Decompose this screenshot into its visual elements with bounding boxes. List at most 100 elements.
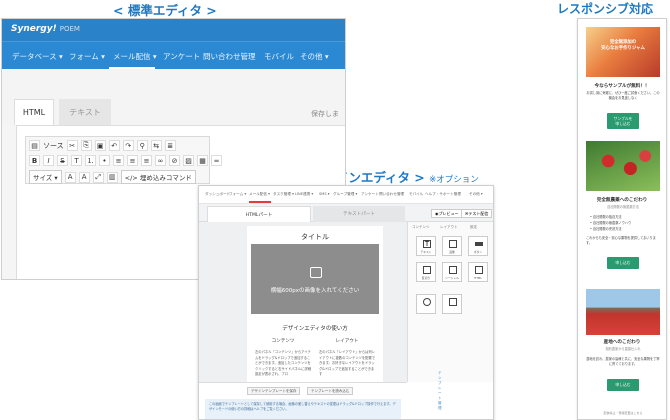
block-misc-1[interactable] [416, 294, 436, 314]
block-social[interactable]: ソーシャル [442, 262, 462, 282]
organic-text: これからも安全・安心な果物を提供してまいります。 [586, 236, 656, 245]
dnav-item[interactable]: タスク管理 ▾ [273, 192, 294, 197]
organic-request-button[interactable]: 申し込む [607, 257, 639, 269]
email-title[interactable]: タイトル [247, 232, 383, 242]
tab-text-part[interactable]: テキストパート [313, 206, 405, 222]
find-icon[interactable]: ⚲ [136, 140, 148, 151]
nav-mobile[interactable]: モバイル [264, 51, 294, 62]
bg-color-icon[interactable]: A [78, 171, 90, 183]
dnav-item[interactable]: ヘルプ・サポート管理 [425, 192, 461, 197]
paste-icon[interactable]: ▣ [94, 140, 106, 151]
html-block-icon [449, 298, 457, 306]
nav-inquiry[interactable]: 問い合わせ管理 [203, 51, 256, 62]
align-right-icon[interactable]: ≡ [141, 155, 152, 166]
replace-icon[interactable]: ⇆ [150, 140, 162, 151]
design-tabs: HTMLパート テキストパート ◉ プレビュー ✉ テスト配信 [199, 204, 493, 222]
cut-icon[interactable]: ✂ [66, 140, 78, 151]
block-html[interactable]: HTML [468, 262, 488, 282]
source-button[interactable]: ソース [43, 141, 64, 151]
organic-list-item: • 自社開発の独自方法 [590, 215, 622, 219]
col1-heading[interactable]: コンテンツ [253, 338, 313, 344]
italic-icon[interactable]: I [43, 155, 54, 166]
dnav-item[interactable]: グループ管理 ▾ [333, 192, 357, 197]
nav-database[interactable]: データベース ▾ [12, 51, 63, 62]
block-text[interactable]: T テキスト [416, 236, 436, 256]
strawberry-image [586, 141, 660, 191]
hr-icon[interactable]: ═ [211, 155, 222, 166]
copy-icon[interactable]: ⎘ [80, 140, 92, 151]
bold-icon[interactable]: B [29, 155, 40, 166]
html-icon [475, 266, 483, 274]
maximize-icon[interactable]: ⤢ [92, 171, 104, 183]
bullet-list-icon[interactable]: • [99, 155, 110, 166]
block-button[interactable]: ボタン [468, 236, 488, 256]
strike-icon[interactable]: S [57, 155, 68, 166]
sample-text: お試し用に気軽に、ぜひ一度ご試食ください。この機会をお見逃しなく [586, 91, 660, 100]
dnav-item[interactable]: メール配信 ▾ [249, 192, 270, 197]
image-placeholder-text: 横幅600pxの画像を入れてください [270, 288, 360, 294]
tab-text[interactable]: テキスト [59, 99, 111, 125]
ordered-list-icon[interactable]: ⒈ [85, 155, 96, 166]
dnav-item[interactable]: アンケート [361, 192, 379, 197]
clear-format-icon[interactable]: T [71, 155, 82, 166]
social-icon [449, 266, 457, 274]
content-side-panel: コンテンツ レイアウト 設定 T テキスト 画像 ボタン 区切り ソーシャル HT… [407, 222, 493, 382]
responsive-preview: 完全無添加の 安心なお手作りジャム 今ならサンプルが無料！！ お試し用に気軽に、… [577, 18, 667, 420]
text-color-icon[interactable]: A [64, 171, 76, 183]
dnav-item[interactable]: その他 ▾ [469, 192, 483, 197]
dnav-item[interactable]: 問い合わせ管理 [379, 192, 404, 197]
col1-text[interactable]: 左のパネル「コンテンツ」からアイテムをドラッグ&ドロップで追加することができます… [255, 350, 313, 378]
banner-text: 完全無添加の 安心なお手作りジャム [601, 40, 645, 51]
block-misc-2[interactable] [442, 294, 462, 314]
source-icon[interactable]: ▤ [29, 140, 40, 151]
save-template-button[interactable]: デザインテンプレートを保存 [247, 387, 301, 395]
dnav-item[interactable]: SMS ▾ [319, 192, 330, 196]
nav-mail[interactable]: メール配信 ▾ [113, 51, 157, 62]
undo-icon[interactable]: ↶ [108, 140, 120, 151]
nav-other[interactable]: その他 ▾ [300, 51, 329, 62]
size-select[interactable]: サイズ ▾ [29, 170, 62, 184]
col2-text[interactable]: 左のパネル「レイアウト」からは列レイアウトに複数のコンテンツを配置できます。お好… [319, 350, 377, 378]
editor-tabs: HTML テキスト 保存しま [2, 69, 345, 125]
col2-heading[interactable]: レイアウト [317, 338, 377, 344]
link-icon[interactable]: ∞ [155, 155, 166, 166]
save-label[interactable]: 保存しま [311, 109, 339, 119]
image-icon[interactable]: ▨ [183, 155, 194, 166]
align-left-icon[interactable]: ≡ [113, 155, 124, 166]
unlink-icon[interactable]: ⊘ [169, 155, 180, 166]
image-icon [310, 267, 322, 278]
origin-heading: 産地へのこだわり [603, 340, 641, 345]
preview-button[interactable]: ◉ プレビュー [431, 209, 463, 218]
nav-form[interactable]: フォーム ▾ [69, 51, 105, 62]
tab-html-part[interactable]: HTMLパート [207, 206, 311, 222]
align-center-icon[interactable]: ≡ [127, 155, 138, 166]
dnav-item[interactable]: LINE連携 ▾ [295, 192, 313, 197]
side-tab-layout[interactable]: レイアウト [440, 225, 458, 230]
image-placeholder[interactable]: 横幅600pxの画像を入れてください [251, 244, 379, 314]
tab-html[interactable]: HTML [14, 99, 54, 125]
side-tab-settings[interactable]: 設定 [470, 225, 477, 230]
embed-command-button[interactable]: </> 埋め込みコマンド [120, 170, 196, 184]
block-divider[interactable]: 区切り [416, 262, 436, 282]
table-icon[interactable]: ▦ [197, 155, 208, 166]
nav-survey[interactable]: アンケート [163, 51, 200, 62]
test-send-button[interactable]: ✉ テスト配信 [461, 209, 493, 218]
image-icon [449, 240, 457, 248]
format-icon[interactable]: ≣ [164, 140, 176, 151]
footer-unsubscribe[interactable]: 配信停止・登録変更はこちら [586, 411, 660, 416]
load-template-button[interactable]: テンプレートを読み込む [307, 387, 354, 395]
main-nav: データベース ▾ フォーム ▾ メール配信 ▾ アンケート 問い合わせ管理 モバ… [2, 41, 345, 69]
origin-text: 農地を訪れ、農家の皆様と共に、安全な果物を丁寧に育てております。 [586, 357, 660, 366]
howto-heading[interactable]: デザインエディタの使い方 [247, 324, 383, 332]
sample-request-button[interactable]: サンプルを 申し込む [607, 113, 639, 129]
side-tab-content[interactable]: コンテンツ [412, 225, 430, 230]
redo-icon[interactable]: ↷ [122, 140, 134, 151]
dnav-item[interactable]: モバイル [409, 192, 423, 197]
dnav-item[interactable]: フォーム ▾ [229, 192, 246, 197]
origin-request-button[interactable]: 申し込む [607, 379, 639, 391]
jam-banner-image: 完全無添加の 安心なお手作りジャム [586, 27, 660, 77]
blocks-icon[interactable]: ▥ [106, 171, 118, 183]
dnav-item[interactable]: ダッシュボード [205, 192, 230, 197]
template-manage-link[interactable]: テンプレート管理 [435, 371, 445, 410]
block-image[interactable]: 画像 [442, 236, 462, 256]
